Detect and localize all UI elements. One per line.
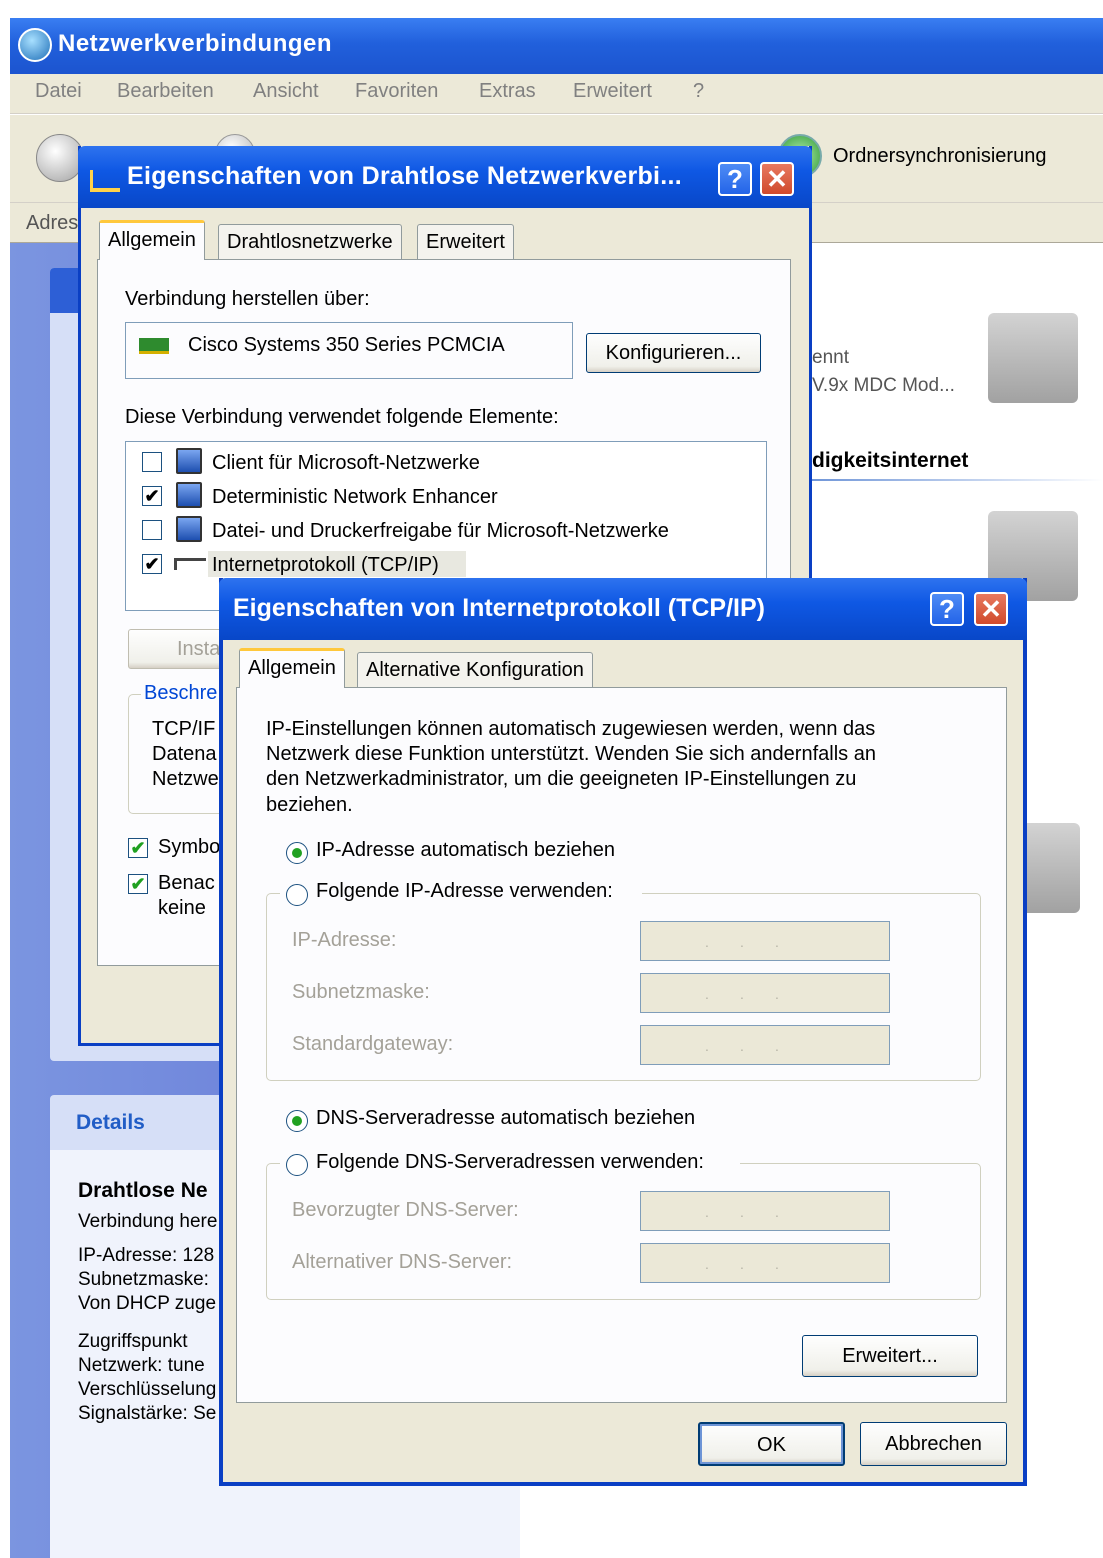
dns-auto-radio[interactable] xyxy=(286,1110,308,1132)
network-icon xyxy=(18,28,52,62)
client-network-icon xyxy=(176,448,202,474)
details-line: Verschlüsselung xyxy=(78,1379,217,1400)
modem-connection-icon[interactable] xyxy=(988,313,1078,403)
menu-favoriten[interactable]: Favoriten xyxy=(355,80,438,103)
folder-sync-button[interactable]: Ordnersynchronisierung xyxy=(833,145,1046,168)
ip-manual-label[interactable]: Folgende IP-Adresse verwenden: xyxy=(316,880,613,903)
address-label: Adres xyxy=(26,212,79,234)
close-button[interactable]: ✕ xyxy=(974,592,1008,626)
tab-allgemein[interactable]: Allgemein xyxy=(99,220,205,260)
element-label[interactable]: Deterministic Network Enhancer xyxy=(212,486,498,509)
section-divider xyxy=(812,479,1103,481)
details-line: Signalstärke: Se xyxy=(78,1403,217,1424)
menu-erweitert[interactable]: Erweitert xyxy=(573,80,652,103)
dns-manual-label[interactable]: Folgende DNS-Serveradressen verwenden: xyxy=(316,1151,704,1174)
main-window-title: Netzwerkverbindungen xyxy=(58,30,333,57)
elements-label: Diese Verbindung verwendet folgende Elem… xyxy=(125,406,559,428)
ip-auto-label[interactable]: IP-Adresse automatisch beziehen xyxy=(316,839,615,862)
element-label[interactable]: Internetprotokoll (TCP/IP) xyxy=(212,554,439,577)
details-line: Zugriffspunkt xyxy=(78,1331,188,1352)
element-checkbox[interactable]: ✔ xyxy=(142,554,162,574)
intro-text-line: den Netzwerkadministrator, um die geeign… xyxy=(266,768,857,790)
ip-field-dots: . . . xyxy=(705,934,779,950)
connection-status-text: ennt xyxy=(812,347,849,368)
service-network-icon xyxy=(176,482,202,508)
dns-manual-radio[interactable] xyxy=(286,1154,308,1176)
ip-address-field: . . . xyxy=(640,921,890,961)
connection-device-text: V.9x MDC Mod... xyxy=(812,375,955,396)
back-icon[interactable] xyxy=(36,134,84,182)
details-heading[interactable]: Details xyxy=(76,1111,145,1135)
wireless-dialog-title: Eigenschaften von Drahtlose Netzwerkverb… xyxy=(127,162,683,190)
menu-help[interactable]: ? xyxy=(693,80,704,103)
details-name: Drahtlose Ne xyxy=(78,1179,208,1202)
details-line: Netzwerk: tune xyxy=(78,1355,205,1376)
subnet-field: . . . xyxy=(640,973,890,1013)
ip-field-dots: . . . xyxy=(705,986,779,1002)
element-checkbox[interactable] xyxy=(142,520,162,540)
network-card-icon xyxy=(139,338,169,354)
ip-auto-radio[interactable] xyxy=(286,842,308,864)
tab-erweitert[interactable]: Erweitert xyxy=(417,224,514,260)
preferred-dns-field: . . . xyxy=(640,1191,890,1231)
intro-text-line: beziehen. xyxy=(266,794,353,816)
description-line: Datena xyxy=(152,743,217,765)
menu-datei[interactable]: Datei xyxy=(35,80,82,103)
description-line: TCP/IF xyxy=(152,718,216,740)
cancel-button[interactable]: Abbrechen xyxy=(860,1422,1007,1466)
element-label[interactable]: Datei- und Druckerfreigabe für Microsoft… xyxy=(212,520,669,543)
subnet-label: Subnetzmaske: xyxy=(292,981,430,1003)
ip-field-dots: . . . xyxy=(705,1256,779,1272)
notify-checkbox[interactable]: ✔ xyxy=(128,874,148,894)
dns-auto-label[interactable]: DNS-Serveradresse automatisch beziehen xyxy=(316,1107,695,1130)
ip-field-dots: . . . xyxy=(705,1204,779,1220)
description-group-label: Beschre xyxy=(141,682,221,705)
ip-field-dots: . . . xyxy=(705,1038,779,1054)
show-icon-label[interactable]: Symbo xyxy=(158,836,220,859)
details-line: Subnetzmaske: xyxy=(78,1269,209,1290)
advanced-button[interactable]: Erweitert... xyxy=(802,1335,978,1377)
element-checkbox[interactable]: ✔ xyxy=(142,486,162,506)
details-line: Verbindung here xyxy=(78,1211,218,1232)
notify-label[interactable]: Benac xyxy=(158,872,215,895)
tunnel-connection-icon[interactable] xyxy=(1020,823,1080,913)
intro-text-line: IP-Einstellungen können automatisch zuge… xyxy=(266,718,876,740)
alternate-dns-label: Alternativer DNS-Server: xyxy=(292,1251,513,1273)
ip-address-label: IP-Adresse: xyxy=(292,929,397,951)
show-icon-checkbox[interactable]: ✔ xyxy=(128,838,148,858)
tcpip-dialog-title: Eigenschaften von Internetprotokoll (TCP… xyxy=(233,594,765,622)
menu-bearbeiten[interactable]: Bearbeiten xyxy=(117,80,214,103)
details-line: IP-Adresse: 128 xyxy=(78,1245,215,1266)
details-line: Von DHCP zuge xyxy=(78,1293,217,1314)
tab-allgemein[interactable]: Allgemein xyxy=(239,648,345,688)
notify-label-line2: keine xyxy=(158,897,206,919)
file-sharing-icon xyxy=(176,516,202,542)
gateway-label: Standardgateway: xyxy=(292,1033,454,1055)
gateway-field: . . . xyxy=(640,1025,890,1065)
connect-using-label: Verbindung herstellen über: xyxy=(125,288,370,310)
ip-manual-radio[interactable] xyxy=(286,884,308,906)
tab-alternative-konfiguration[interactable]: Alternative Konfiguration xyxy=(357,652,593,688)
close-button[interactable]: ✕ xyxy=(760,162,794,196)
element-label[interactable]: Client für Microsoft-Netzwerke xyxy=(212,452,480,475)
menu-extras[interactable]: Extras xyxy=(479,80,536,103)
tab-drahtlosnetzwerke[interactable]: Drahtlosnetzwerke xyxy=(218,224,402,260)
protocol-icon xyxy=(174,558,206,570)
intro-text-line: Netzwerk diese Funktion unterstützt. Wen… xyxy=(266,743,876,765)
help-button[interactable]: ? xyxy=(718,162,752,196)
description-line: Netzwe xyxy=(152,768,219,790)
configure-button[interactable]: Konfigurieren... xyxy=(586,333,761,373)
section-heading: digkeitsinternet xyxy=(812,449,969,472)
adapter-name: Cisco Systems 350 Series PCMCIA xyxy=(188,334,505,356)
alternate-dns-field: . . . xyxy=(640,1243,890,1283)
menu-ansicht[interactable]: Ansicht xyxy=(253,80,319,103)
element-checkbox[interactable] xyxy=(142,452,162,472)
network-adapter-icon xyxy=(90,170,120,192)
help-button[interactable]: ? xyxy=(930,592,964,626)
preferred-dns-label: Bevorzugter DNS-Server: xyxy=(292,1199,519,1221)
ok-button[interactable]: OK xyxy=(698,1422,845,1466)
